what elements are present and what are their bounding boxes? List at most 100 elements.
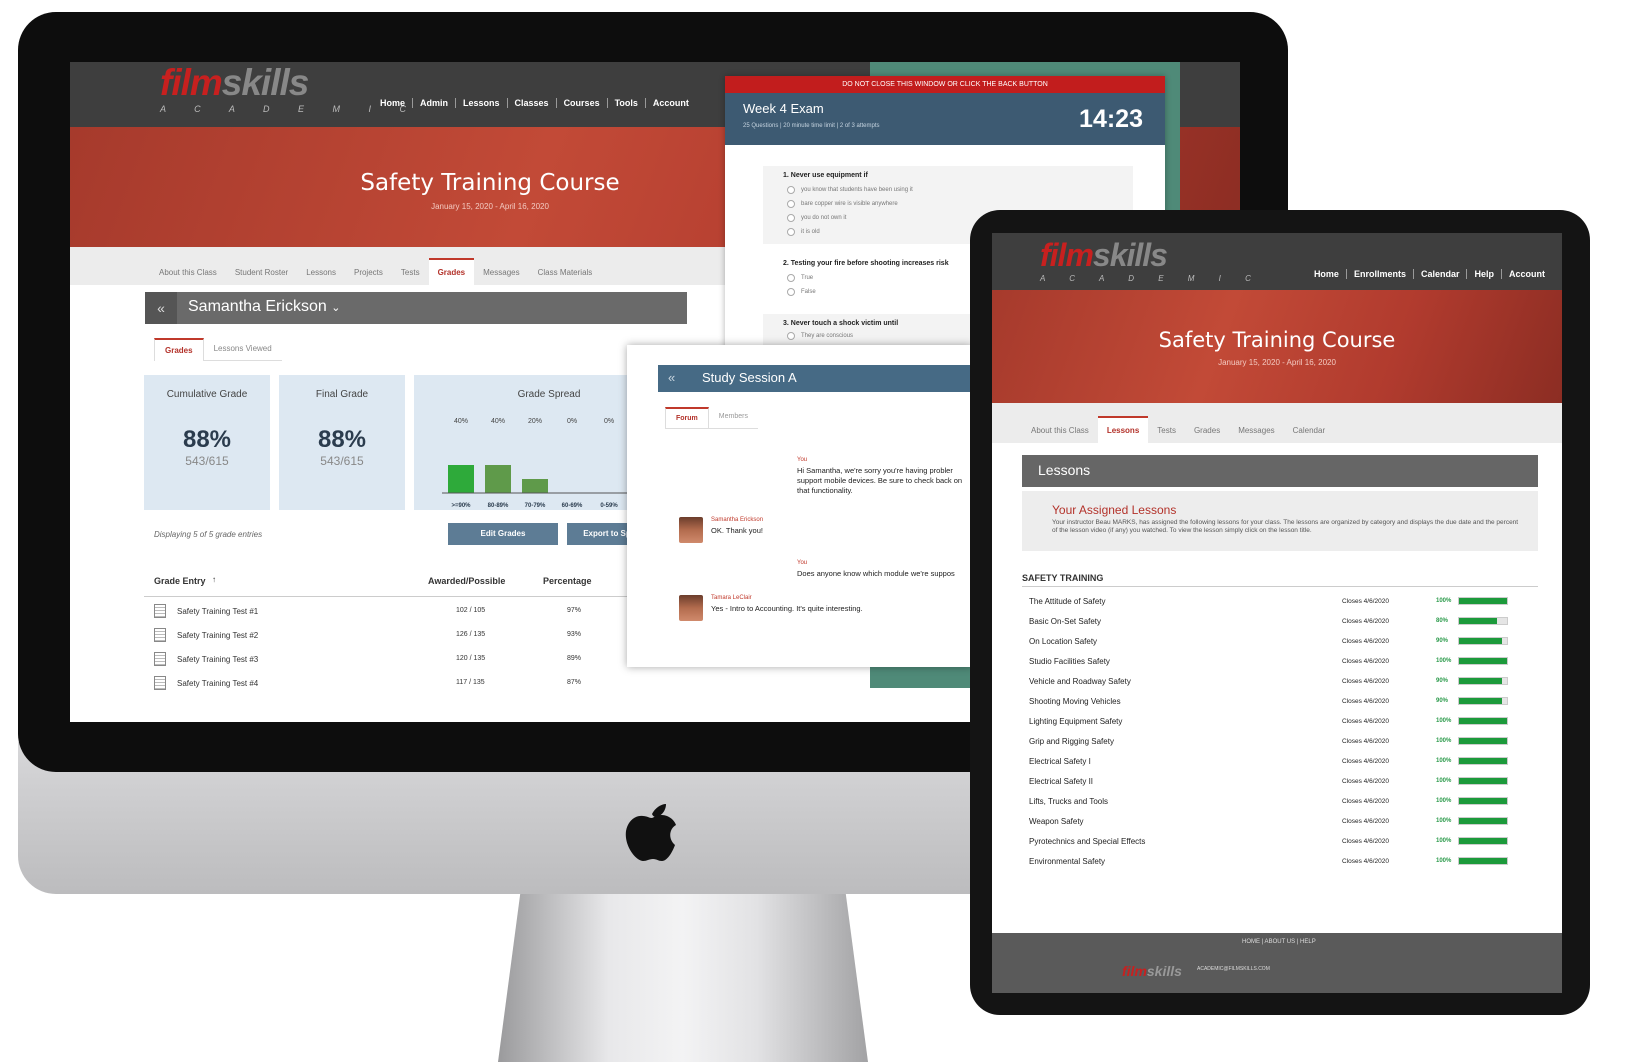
lesson-name[interactable]: Basic On-Set Safety [1022,617,1342,626]
lesson-row[interactable]: Shooting Moving Vehicles Closes 4/6/2020 9… [1022,691,1538,711]
nav-home[interactable]: Home [373,98,414,108]
col-percentage[interactable]: Percentage [543,576,592,586]
nav-tools[interactable]: Tools [608,98,646,108]
chevron-down-icon[interactable]: ⌄ [331,302,340,314]
lesson-name[interactable]: The Attitude of Safety [1022,597,1342,606]
lesson-name[interactable]: On Location Safety [1022,637,1342,646]
message-author[interactable]: Samantha Erickson [711,517,972,523]
col-awarded[interactable]: Awarded/Possible [428,576,505,586]
radio-button[interactable] [787,228,795,236]
col-grade-entry[interactable]: Grade Entry [154,576,206,586]
nav-classes[interactable]: Classes [508,98,557,108]
tab-class-materials[interactable]: Class Materials [529,260,602,285]
lesson-name[interactable]: Grip and Rigging Safety [1022,737,1342,746]
tab-grades[interactable]: Grades [1185,418,1229,443]
footer-email[interactable]: ACADEMIC@FILMSKILLS.COM [1197,966,1270,972]
nav-enrollments[interactable]: Enrollments [1347,269,1414,279]
footer-links[interactable]: HOME | ABOUT US | HELP [1242,939,1316,945]
tab-messages[interactable]: Messages [474,260,528,285]
lesson-name[interactable]: Lifts, Trucks and Tools [1022,797,1342,806]
lesson-row[interactable]: Lighting Equipment Safety Closes 4/6/2020… [1022,711,1538,731]
lesson-row[interactable]: Electrical Safety II Closes 4/6/2020 100% [1022,771,1538,791]
subtab-grades[interactable]: Grades [154,338,204,361]
radio-button[interactable] [787,214,795,222]
message-author[interactable]: Tamara LeClair [711,595,972,601]
row-name[interactable]: Safety Training Test #2 [177,631,258,640]
lesson-name[interactable]: Studio Facilities Safety [1022,657,1342,666]
lesson-row[interactable]: Environmental Safety Closes 4/6/2020 100% [1022,851,1538,871]
answer-option[interactable]: bare copper wire is visible anywhere [787,200,898,208]
lesson-row[interactable]: Electrical Safety I Closes 4/6/2020 100% [1022,751,1538,771]
lesson-row[interactable]: The Attitude of Safety Closes 4/6/2020 100… [1022,591,1538,611]
lesson-name[interactable]: Weapon Safety [1022,817,1342,826]
avatar[interactable] [679,517,703,543]
radio-button[interactable] [787,186,795,194]
lesson-row[interactable]: Pyrotechnics and Special Effects Closes 4… [1022,831,1538,851]
lesson-name[interactable]: Lighting Equipment Safety [1022,717,1342,726]
brand-logo[interactable]: filmskills A C A D E M I C [1040,237,1262,283]
nav-home[interactable]: Home [1307,269,1347,279]
row-percentage: 93% [567,631,582,638]
nav-lessons[interactable]: Lessons [456,98,508,108]
lesson-row[interactable]: Vehicle and Roadway Safety Closes 4/6/202… [1022,671,1538,691]
tab-about[interactable]: About this Class [150,260,226,285]
edit-grades-button[interactable]: Edit Grades [448,523,558,545]
nav-help[interactable]: Help [1467,269,1502,279]
tab-tests[interactable]: Tests [392,260,429,285]
lesson-name[interactable]: Electrical Safety I [1022,757,1342,766]
nav-calendar[interactable]: Calendar [1414,269,1468,279]
radio-button[interactable] [787,332,795,340]
lesson-name[interactable]: Environmental Safety [1022,857,1342,866]
display-count: Displaying 5 of 5 grade entries [154,530,263,539]
tab-lessons[interactable]: Lessons [1097,416,1149,443]
lesson-row[interactable]: Weapon Safety Closes 4/6/2020 100% [1022,811,1538,831]
radio-button[interactable] [787,200,795,208]
row-name[interactable]: Safety Training Test #1 [177,607,258,616]
answer-option[interactable]: you do not own it [787,214,846,222]
nav-admin[interactable]: Admin [413,98,457,108]
radio-button[interactable] [787,274,795,282]
answer-option[interactable]: you know that students have been using i… [787,186,913,194]
lesson-row[interactable]: Studio Facilities Safety Closes 4/6/2020 1… [1022,651,1538,671]
radio-button[interactable] [787,288,795,296]
answer-option[interactable]: False [787,288,816,296]
table-row[interactable]: Safety Training Test #1 102 / 105 97% [144,602,704,624]
tab-about[interactable]: About this Class [1022,418,1098,443]
lesson-row[interactable]: Lifts, Trucks and Tools Closes 4/6/2020 10… [1022,791,1538,811]
tab-messages[interactable]: Messages [1229,418,1283,443]
lesson-row[interactable]: Basic On-Set Safety Closes 4/6/2020 80% [1022,611,1538,631]
nav-courses[interactable]: Courses [557,98,608,108]
lesson-name[interactable]: Vehicle and Roadway Safety [1022,677,1342,686]
back-arrows-icon[interactable]: « [668,370,675,385]
subtab-lessons-viewed[interactable]: Lessons Viewed [203,338,282,361]
sort-arrow-icon[interactable]: ↑ [212,575,216,584]
lesson-row[interactable]: Grip and Rigging Safety Closes 4/6/2020 10… [1022,731,1538,751]
lesson-name[interactable]: Shooting Moving Vehicles [1022,697,1342,706]
answer-option[interactable]: They are conscious [787,332,853,340]
tab-members[interactable]: Members [708,407,758,429]
back-arrows-icon[interactable]: « [145,292,177,324]
tab-forum[interactable]: Forum [665,407,709,429]
lesson-row[interactable]: On Location Safety Closes 4/6/2020 90% [1022,631,1538,651]
tab-tests[interactable]: Tests [1148,418,1185,443]
tab-calendar[interactable]: Calendar [1284,418,1334,443]
table-row[interactable]: Safety Training Test #4 117 / 135 87% [144,674,704,696]
lesson-name[interactable]: Pyrotechnics and Special Effects [1022,837,1342,846]
tab-grades[interactable]: Grades [428,258,475,285]
lesson-name[interactable]: Electrical Safety II [1022,777,1342,786]
answer-option[interactable]: it is old [787,228,820,236]
nav-account[interactable]: Account [646,98,696,108]
avatar[interactable] [679,595,703,621]
answer-option[interactable]: True [787,274,813,282]
tab-projects[interactable]: Projects [345,260,392,285]
message-author[interactable]: You [797,560,972,566]
table-row[interactable]: Safety Training Test #2 126 / 135 93% [144,626,704,648]
student-selector[interactable]: « Samantha Erickson ⌄ [145,292,687,324]
table-row[interactable]: Safety Training Test #3 120 / 135 89% [144,650,704,672]
row-name[interactable]: Safety Training Test #3 [177,655,258,664]
tab-roster[interactable]: Student Roster [226,260,297,285]
tab-lessons[interactable]: Lessons [297,260,345,285]
nav-account[interactable]: Account [1502,269,1552,279]
message-author[interactable]: You [797,457,972,463]
row-name[interactable]: Safety Training Test #4 [177,679,258,688]
